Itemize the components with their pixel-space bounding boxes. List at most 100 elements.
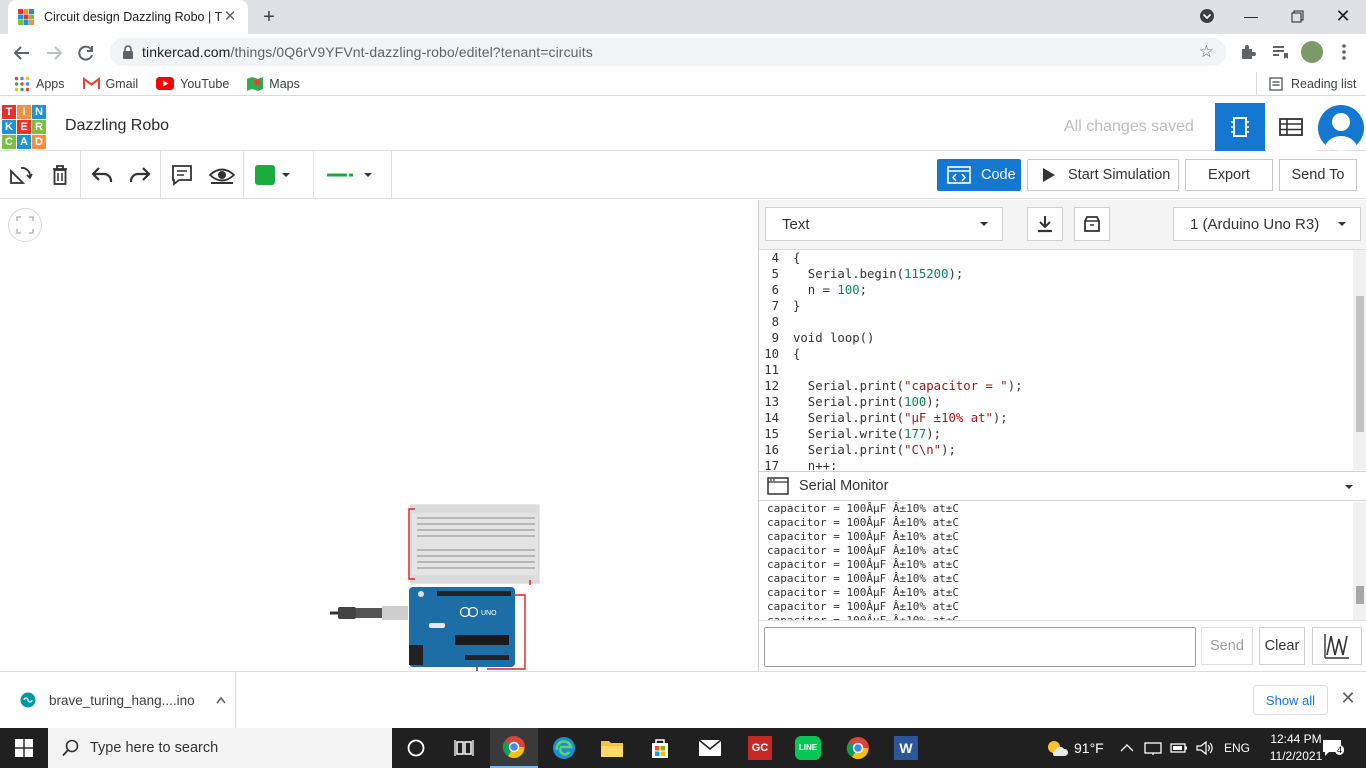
schematic-list-view-button[interactable] xyxy=(1266,103,1316,151)
circuit-view-button[interactable] xyxy=(1215,103,1265,151)
task-view-icon[interactable] xyxy=(440,728,488,768)
start-simulation-button[interactable]: Start Simulation xyxy=(1027,159,1179,191)
code-mode-select[interactable]: Text xyxy=(765,207,1003,241)
forward-arrow-icon[interactable] xyxy=(42,42,66,64)
line-number: 12 xyxy=(764,379,779,393)
serial-output[interactable]: capacitor = 100ÂµF Â±10% at±C capacitor =… xyxy=(759,502,1366,620)
tinkercad-logo[interactable]: T I N K E R C A D xyxy=(2,105,46,149)
chevron-up-icon[interactable] xyxy=(215,696,227,704)
code-panel-header: Text 1 (Arduino Uno R3) xyxy=(759,200,1366,250)
file-explorer-icon[interactable] xyxy=(588,728,636,768)
serial-scrollbar-thumb[interactable] xyxy=(1356,586,1364,604)
battery-icon[interactable] xyxy=(1170,741,1188,755)
editor-scrollbar-thumb[interactable] xyxy=(1356,296,1364,432)
line-number: 15 xyxy=(764,427,779,441)
send-to-button[interactable]: Send To xyxy=(1279,159,1357,191)
arduino-uno-board[interactable]: UNO xyxy=(407,585,533,671)
libraries-button[interactable] xyxy=(1074,207,1110,241)
download-item[interactable]: brave_turing_hang....ino xyxy=(0,672,236,728)
bookmark-youtube[interactable]: YouTube xyxy=(156,72,229,96)
code-text: Serial.print("µF ±10% at"); xyxy=(793,411,1008,425)
rotate-icon[interactable] xyxy=(9,163,33,187)
serial-input-field[interactable] xyxy=(764,627,1196,667)
chevron-up-icon[interactable] xyxy=(1120,743,1134,753)
usb-cable[interactable] xyxy=(328,602,410,624)
breadboard[interactable] xyxy=(405,503,541,585)
code-text: Serial.print("C\n"); xyxy=(793,443,956,457)
store-icon[interactable] xyxy=(636,728,684,768)
language-indicator[interactable]: ENG xyxy=(1224,741,1250,755)
download-code-button[interactable] xyxy=(1027,207,1063,241)
redo-icon[interactable] xyxy=(128,163,152,187)
network-icon[interactable] xyxy=(1144,740,1162,756)
gc-app-icon[interactable]: GC xyxy=(736,728,784,768)
wire-type-picker[interactable] xyxy=(325,163,377,187)
send-button[interactable]: Send xyxy=(1201,627,1253,665)
weather-widget[interactable]: 91°F xyxy=(1046,728,1104,768)
url-domain: tinkercad.com xyxy=(142,44,231,60)
windows-logo-icon xyxy=(15,739,33,757)
cortana-icon[interactable] xyxy=(392,728,440,768)
tab-search-icon[interactable] xyxy=(1184,0,1230,32)
new-tab-button[interactable]: + xyxy=(258,6,280,28)
address-bar[interactable]: tinkercad.com/things/0Q6rV9YFVnt-dazzlin… xyxy=(110,38,1226,66)
chevron-down-icon[interactable] xyxy=(1343,483,1355,491)
lock-icon xyxy=(123,45,133,59)
back-arrow-icon[interactable] xyxy=(10,42,34,64)
serial-monitor-header[interactable]: Serial Monitor xyxy=(759,471,1366,501)
code-line: 10 { xyxy=(759,346,1366,362)
code-button[interactable]: Code xyxy=(937,159,1021,191)
bookmark-gmail[interactable]: Gmail xyxy=(82,72,138,96)
reload-icon[interactable] xyxy=(74,42,98,64)
mail-icon[interactable] xyxy=(686,728,734,768)
bookmark-maps[interactable]: Maps xyxy=(247,72,300,96)
profile-avatar[interactable] xyxy=(1301,41,1323,63)
notes-icon[interactable] xyxy=(170,163,194,187)
windows-start-button[interactable] xyxy=(0,728,48,768)
zoom-to-fit-button[interactable] xyxy=(8,208,42,242)
chrome-menu-icon[interactable] xyxy=(1337,42,1351,62)
restore-window-button[interactable] xyxy=(1274,0,1320,32)
clock-date: 11/2/2021 xyxy=(1269,749,1323,763)
code-lines: 4{5 Serial.begin(115200); 6 n = 100; 7} 8 9 v… xyxy=(759,250,1366,470)
line-number: 16 xyxy=(764,443,779,457)
code-line: 14 Serial.print("µF ±10% at"); xyxy=(759,410,1366,426)
delete-trash-icon[interactable] xyxy=(48,163,72,187)
export-button[interactable]: Export xyxy=(1185,159,1273,191)
project-title[interactable]: Dazzling Robo xyxy=(65,117,169,135)
reading-list-icon xyxy=(1269,77,1283,91)
clear-button[interactable]: Clear xyxy=(1259,627,1305,665)
user-avatar[interactable] xyxy=(1318,105,1364,151)
clock[interactable]: 12:44 PM 11/2/2021 xyxy=(1264,731,1328,765)
undo-icon[interactable] xyxy=(90,163,114,187)
show-all-downloads-button[interactable]: Show all xyxy=(1253,685,1328,715)
chrome-profile-taskbar-icon[interactable] xyxy=(834,728,882,768)
taskbar-search-box[interactable]: Type here to search xyxy=(48,728,392,768)
reading-list-icon[interactable] xyxy=(1270,42,1290,62)
serial-scrollbar[interactable] xyxy=(1353,502,1366,620)
extensions-puzzle-icon[interactable] xyxy=(1238,42,1258,62)
notifications-button[interactable]: 4 xyxy=(1322,738,1346,758)
close-tab-icon[interactable]: ✕ xyxy=(222,9,238,25)
minimize-window-button[interactable]: — xyxy=(1228,0,1274,32)
bookmark-star-icon[interactable]: ☆ xyxy=(1199,42,1214,62)
code-line: 11 xyxy=(759,362,1366,378)
wire-color-picker[interactable] xyxy=(255,163,297,187)
reading-list-button[interactable]: Reading list xyxy=(1256,72,1356,96)
bookmark-apps[interactable]: Apps xyxy=(14,72,65,96)
visibility-eye-icon[interactable] xyxy=(209,163,235,187)
close-window-button[interactable]: ✕ xyxy=(1320,0,1366,32)
code-editor[interactable]: 4{5 Serial.begin(115200); 6 n = 100; 7} 8 9 v… xyxy=(759,250,1366,470)
close-downloads-bar-icon[interactable]: ✕ xyxy=(1340,689,1356,707)
board-select[interactable]: 1 (Arduino Uno R3) xyxy=(1173,207,1361,241)
graph-toggle-button[interactable] xyxy=(1312,627,1362,665)
word-icon[interactable]: W xyxy=(882,728,930,768)
volume-icon[interactable] xyxy=(1196,740,1214,756)
browser-tab-active[interactable]: Circuit design Dazzling Robo | Tir ✕ xyxy=(8,0,248,34)
circuit-canvas[interactable]: UNO xyxy=(0,200,757,671)
editor-scrollbar[interactable] xyxy=(1353,250,1366,470)
chrome-taskbar-icon[interactable] xyxy=(490,728,538,768)
edge-icon[interactable] xyxy=(540,728,588,768)
serial-output-line: capacitor = 100ÂµF Â±10% at±C xyxy=(767,516,960,529)
line-app-icon[interactable]: LINE xyxy=(784,728,832,768)
